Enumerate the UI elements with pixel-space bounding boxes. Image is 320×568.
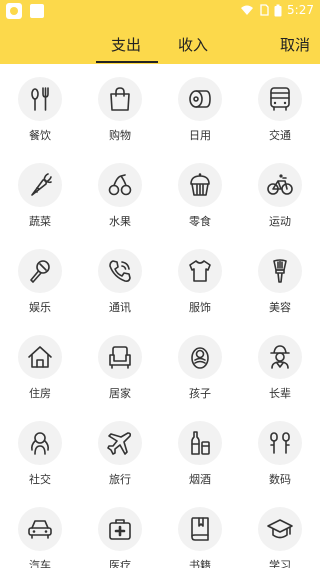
category-item[interactable]: 零食 xyxy=(160,150,240,236)
category-item[interactable]: 汽车 xyxy=(0,494,80,568)
category-label: 书籍 xyxy=(189,559,211,568)
bottles-icon xyxy=(178,421,222,465)
category-item[interactable]: 住房 xyxy=(0,322,80,408)
category-item[interactable]: 水果 xyxy=(80,150,160,236)
book-icon xyxy=(178,507,222,551)
category-item[interactable]: 烟酒 xyxy=(160,408,240,494)
graduation-cap-icon xyxy=(258,507,302,551)
category-label: 餐饮 xyxy=(29,129,51,142)
category-label: 汽车 xyxy=(29,559,51,568)
baby-icon xyxy=(178,335,222,379)
category-label: 运动 xyxy=(269,215,291,228)
category-label: 旅行 xyxy=(109,473,131,486)
category-label: 孩子 xyxy=(189,387,211,400)
makeup-brush-icon xyxy=(258,249,302,293)
utensils-icon xyxy=(18,77,62,121)
category-item[interactable]: 服饰 xyxy=(160,236,240,322)
notification-square-icon xyxy=(30,4,44,18)
header-bar: 5:27 支出 收入 取消 xyxy=(0,0,320,64)
category-label: 医疗 xyxy=(109,559,131,568)
cupcake-icon xyxy=(178,163,222,207)
category-item[interactable]: 购物 xyxy=(80,64,160,150)
category-item[interactable]: 交通 xyxy=(240,64,320,150)
category-item[interactable]: 通讯 xyxy=(80,236,160,322)
category-label: 日用 xyxy=(189,129,211,142)
bus-icon xyxy=(258,77,302,121)
category-label: 住房 xyxy=(29,387,51,400)
category-item[interactable]: 书籍 xyxy=(160,494,240,568)
microphone-icon xyxy=(18,249,62,293)
category-label: 服饰 xyxy=(189,301,211,314)
category-item[interactable]: 日用 xyxy=(160,64,240,150)
category-item[interactable]: 娱乐 xyxy=(0,236,80,322)
category-item[interactable]: 餐饮 xyxy=(0,64,80,150)
people-icon xyxy=(18,421,62,465)
shopping-bag-icon xyxy=(98,77,142,121)
category-label: 零食 xyxy=(189,215,211,228)
category-item[interactable]: 居家 xyxy=(80,322,160,408)
cancel-button[interactable]: 取消 xyxy=(280,34,310,55)
phone-icon xyxy=(98,249,142,293)
cherry-icon xyxy=(98,163,142,207)
battery-icon xyxy=(274,4,282,16)
category-label: 居家 xyxy=(109,387,131,400)
category-item[interactable]: 数码 xyxy=(240,408,320,494)
first-aid-icon xyxy=(98,507,142,551)
armchair-icon xyxy=(98,335,142,379)
carrot-icon xyxy=(18,163,62,207)
airplane-icon xyxy=(98,421,142,465)
tab-expense[interactable]: 支出 xyxy=(111,34,141,55)
category-item[interactable]: 蔬菜 xyxy=(0,150,80,236)
category-label: 购物 xyxy=(109,129,131,142)
category-item[interactable]: 学习 xyxy=(240,494,320,568)
category-label: 学习 xyxy=(269,559,291,568)
tab-bar: 支出 收入 取消 xyxy=(0,28,320,64)
toilet-paper-icon xyxy=(178,77,222,121)
category-item[interactable]: 运动 xyxy=(240,150,320,236)
bicycle-icon xyxy=(258,163,302,207)
tab-income[interactable]: 收入 xyxy=(178,34,208,55)
category-item[interactable]: 孩子 xyxy=(160,322,240,408)
category-label: 通讯 xyxy=(109,301,131,314)
status-bar: 5:27 xyxy=(0,0,320,22)
category-item[interactable]: 长辈 xyxy=(240,322,320,408)
category-label: 美容 xyxy=(269,301,291,314)
house-icon xyxy=(18,335,62,379)
category-label: 长辈 xyxy=(269,387,291,400)
app-notification-icon xyxy=(6,3,22,19)
sim-icon xyxy=(260,4,269,16)
category-item[interactable]: 旅行 xyxy=(80,408,160,494)
elder-icon xyxy=(258,335,302,379)
category-label: 交通 xyxy=(269,129,291,142)
category-label: 社交 xyxy=(29,473,51,486)
status-time: 5:27 xyxy=(287,3,314,17)
category-label: 蔬菜 xyxy=(29,215,51,228)
category-item[interactable]: 医疗 xyxy=(80,494,160,568)
wifi-icon xyxy=(241,5,254,15)
active-tab-indicator xyxy=(96,61,158,63)
category-label: 数码 xyxy=(269,473,291,486)
category-item[interactable]: 美容 xyxy=(240,236,320,322)
category-item[interactable]: 社交 xyxy=(0,408,80,494)
earphones-icon xyxy=(258,421,302,465)
category-label: 烟酒 xyxy=(189,473,211,486)
tshirt-icon xyxy=(178,249,222,293)
category-label: 娱乐 xyxy=(29,301,51,314)
category-label: 水果 xyxy=(109,215,131,228)
car-icon xyxy=(18,507,62,551)
